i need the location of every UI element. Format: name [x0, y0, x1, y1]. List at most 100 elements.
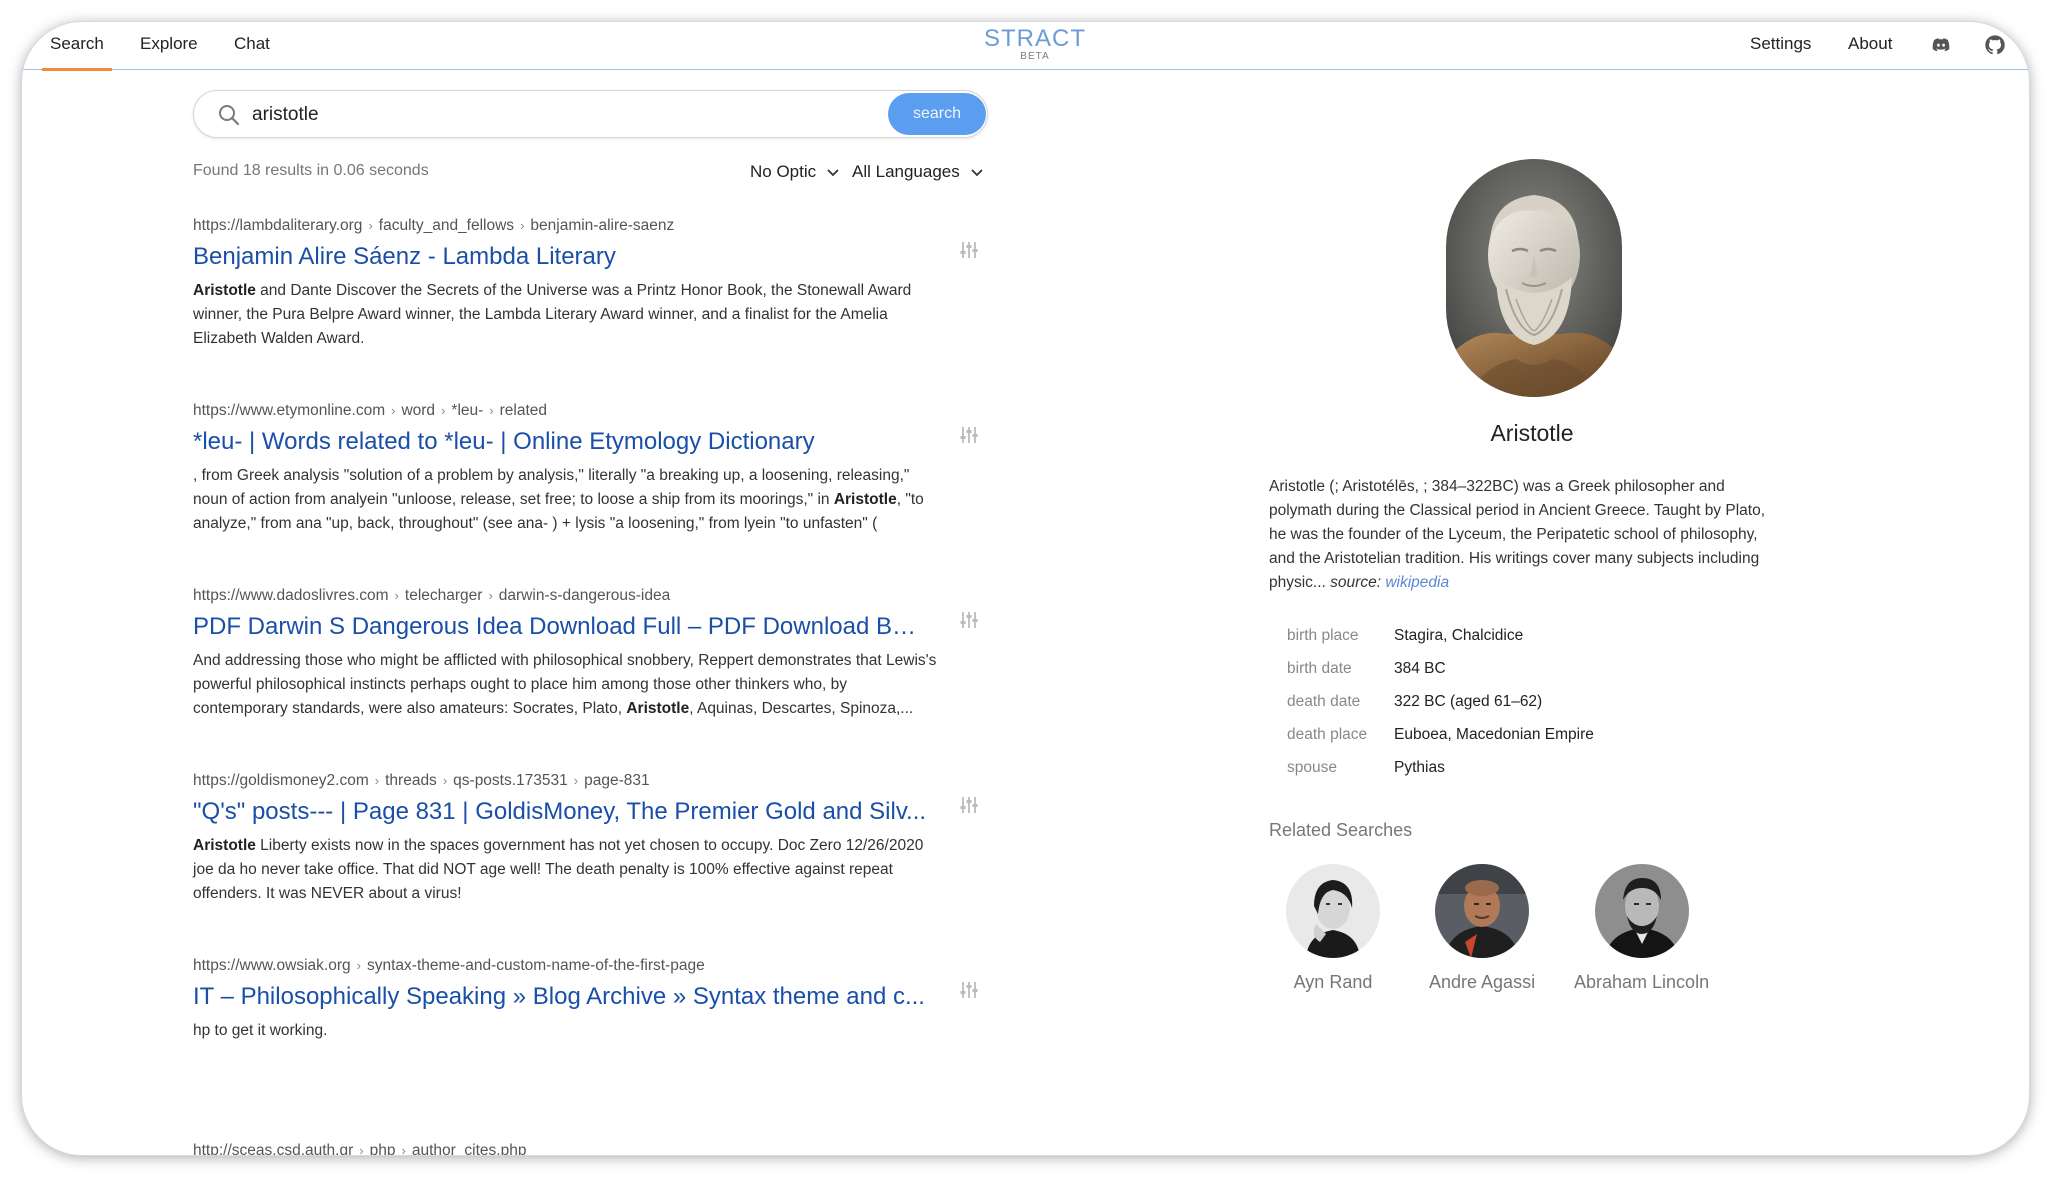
url-segment: https://www.dadoslivres.com	[193, 587, 389, 604]
url-segment: https://www.owsiak.org	[193, 957, 351, 974]
fact-key: death date	[1287, 693, 1361, 710]
breadcrumb-separator-icon: ›	[401, 1143, 406, 1155]
nav-search[interactable]: Search	[42, 34, 112, 71]
top-nav: Search Explore Chat STRACT BETA Settings…	[22, 22, 2029, 71]
nav-chat[interactable]: Chat	[234, 34, 270, 54]
search-result: https://www.etymonline.com › word › *leu- › re…	[193, 402, 990, 536]
adjust-ranking-icon[interactable]	[960, 241, 978, 264]
snippet-text: And addressing those who might be afflic…	[193, 652, 937, 669]
snippet-line: Aristotle and Dante Discover the Secrets…	[193, 279, 990, 303]
entity-description: Aristotle (; Aristotélēs, ; 384–322BC) w…	[1269, 475, 1779, 595]
result-snippet: And addressing those who might be afflic…	[193, 649, 990, 721]
snippet-text: and Dante Discover the Secrets of the Un…	[255, 282, 912, 299]
optic-dropdown-label: No Optic	[750, 162, 817, 181]
result-snippet: Aristotle and Dante Discover the Secrets…	[193, 279, 990, 351]
results-meta: Found 18 results in 0.06 seconds	[193, 162, 429, 179]
url-segment: https://lambdaliterary.org	[193, 217, 363, 234]
result-title-link[interactable]: Benjamin Alire Sáenz - Lambda Literary	[193, 243, 928, 271]
github-icon[interactable]	[1984, 34, 2006, 56]
result-url[interactable]: https://lambdaliterary.org › faculty_and_f…	[193, 217, 990, 235]
breadcrumb-separator-icon: ›	[441, 403, 446, 418]
related-searches-title: Related Searches	[1269, 820, 1413, 840]
adjust-ranking-icon[interactable]	[960, 981, 978, 1004]
breadcrumb-separator-icon: ›	[356, 958, 361, 973]
related-search-andre-agassi[interactable]: Andre Agassi	[1429, 864, 1535, 993]
breadcrumb-separator-icon: ›	[489, 403, 494, 418]
search-result: https://lambdaliterary.org › faculty_and_f…	[193, 217, 990, 351]
url-segment: page-831	[584, 772, 650, 789]
stract-logo[interactable]: STRACT BETA	[980, 27, 1090, 62]
logo-beta: BETA	[1020, 51, 1050, 62]
snippet-text: powerful philosophical instincts perhaps…	[193, 676, 847, 693]
optic-dropdown[interactable]: No Optic	[750, 162, 840, 183]
result-url[interactable]: http://sceas.csd.auth.gr › php › author_cite…	[193, 1142, 990, 1155]
snippet-text: winner, the Pura Belpre Award winner, th…	[193, 306, 888, 323]
fact-key: death place	[1287, 726, 1368, 743]
nav-settings[interactable]: Settings	[1750, 34, 1811, 54]
url-segment: related	[499, 402, 548, 419]
snippet-line: powerful philosophical instincts perhaps…	[193, 673, 990, 697]
fact-value: Euboea, Macedonian Empire	[1394, 726, 1594, 743]
breadcrumb-separator-icon: ›	[368, 218, 373, 233]
snippet-line: , from Greek analysis "solution of a pro…	[193, 464, 990, 488]
snippet-text: , "to	[896, 491, 924, 508]
snippet-highlight: Aristotle	[833, 491, 897, 508]
related-search-ayn-rand[interactable]: Ayn Rand	[1286, 864, 1380, 993]
adjust-ranking-icon[interactable]	[960, 796, 978, 819]
snippet-line: Aristotle Liberty exists now in the spac…	[193, 834, 990, 858]
url-segment: faculty_and_fellows	[378, 217, 515, 234]
breadcrumb-separator-icon: ›	[391, 403, 396, 418]
adjust-ranking-icon[interactable]	[960, 426, 978, 449]
result-url[interactable]: https://www.dadoslivres.com › telecharger ›…	[193, 587, 990, 605]
result-url[interactable]: https://goldismoney2.com › threads › qs-post…	[193, 772, 990, 790]
snippet-line: noun of action from analyein "unloose, r…	[193, 488, 990, 512]
url-segment: *leu-	[451, 402, 484, 419]
result-url[interactable]: https://www.owsiak.org › syntax-theme-and-…	[193, 957, 990, 975]
nav-explore[interactable]: Explore	[140, 34, 198, 54]
snippet-highlight: Aristotle	[193, 282, 256, 299]
related-search-label: Ayn Rand	[1293, 972, 1373, 992]
snippet-text: offenders. It was NEVER about a virus!	[193, 885, 462, 902]
related-search-label: Abraham Lincoln	[1574, 972, 1710, 992]
nav-about[interactable]: About	[1848, 34, 1892, 54]
fact-value: Stagira, Chalcidice	[1394, 627, 1524, 644]
breadcrumb-separator-icon: ›	[374, 773, 380, 788]
related-search-abraham-lincoln[interactable]: Abraham Lincoln	[1574, 864, 1709, 993]
adjust-ranking-icon[interactable]	[960, 611, 978, 634]
result-title-link[interactable]: "Q's" posts--- | Page 831 | GoldisMoney,…	[193, 798, 928, 826]
fact-key: birth date	[1287, 660, 1352, 677]
snippet-line: winner, the Pura Belpre Award winner, th…	[193, 303, 990, 327]
snippet-text: noun of action from analyein "unloose, r…	[193, 491, 834, 508]
fact-value: Pythias	[1394, 759, 1445, 776]
result-snippet: , from Greek analysis "solution of a pro…	[193, 464, 990, 536]
fact-key: spouse	[1287, 759, 1337, 776]
chevron-down-icon	[826, 163, 840, 183]
fact-value: 322 BC (aged 61–62)	[1394, 693, 1543, 710]
breadcrumb-separator-icon: ›	[573, 773, 579, 788]
result-title-link[interactable]: *leu- | Words related to *leu- | Online …	[193, 428, 928, 456]
url-segment: benjamin-alire-saenz	[530, 217, 675, 234]
source-link-wikipedia[interactable]: wikipedia	[1385, 574, 1449, 591]
search-button[interactable]: search	[888, 93, 986, 135]
breadcrumb-separator-icon: ›	[394, 588, 399, 603]
search-result: https://www.dadoslivres.com › telecharger ›…	[193, 587, 990, 721]
breadcrumb-separator-icon: ›	[488, 588, 493, 603]
source-label: source:	[1330, 574, 1382, 591]
url-segment: darwin-s-dangerous-idea	[498, 587, 671, 604]
result-url[interactable]: https://www.etymonline.com › word › *leu- › re…	[193, 402, 990, 420]
snippet-text: Liberty exists now in the spaces governm…	[255, 837, 924, 854]
language-dropdown[interactable]: All Languages	[852, 162, 984, 183]
result-title-link[interactable]: PDF Darwin S Dangerous Idea Download Ful…	[193, 613, 928, 641]
snippet-line: Elizabeth Walden Award.	[193, 327, 990, 351]
snippet-text: joe da ho never take office. That did NO…	[193, 861, 893, 878]
search-icon	[218, 104, 240, 131]
snippet-text: contemporary standards, were also amateu…	[193, 700, 627, 717]
snippet-text: Elizabeth Walden Award.	[193, 330, 365, 347]
snippet-line: contemporary standards, were also amateu…	[193, 697, 990, 721]
search-input[interactable]	[250, 101, 854, 129]
snippet-text: , from Greek analysis "solution of a pro…	[193, 467, 910, 484]
discord-icon[interactable]	[1930, 34, 1952, 56]
result-title-link[interactable]: IT – Philosophically Speaking » Blog Arc…	[193, 983, 928, 1011]
avatar	[1435, 864, 1530, 958]
url-segment: https://www.etymonline.com	[193, 402, 386, 419]
